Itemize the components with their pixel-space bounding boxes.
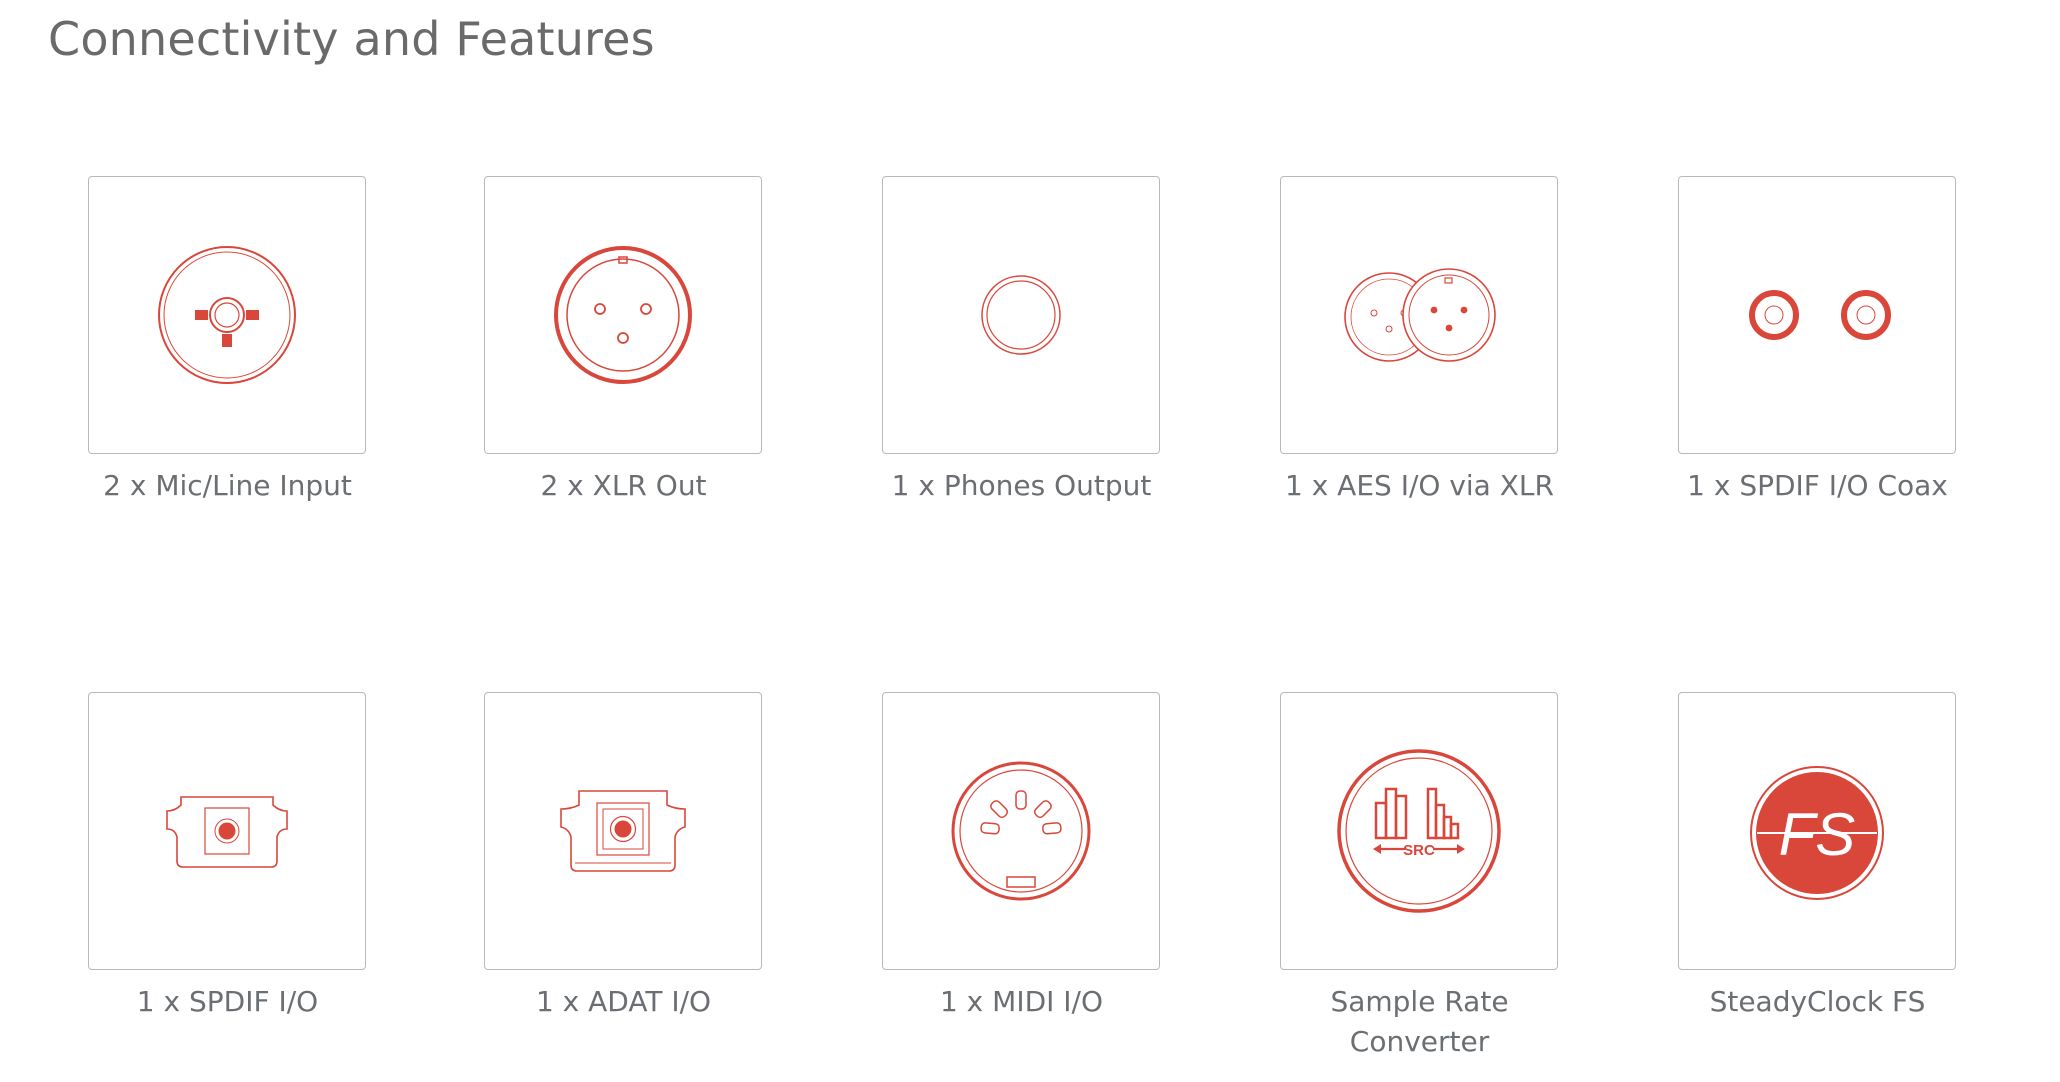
feature-label-line: Converter (1349, 1025, 1490, 1058)
fs-badge-text: FS (1779, 801, 1856, 868)
midi-din-icon (951, 761, 1091, 901)
feature-tile: FS (1678, 692, 1956, 970)
feature-tile (88, 692, 366, 970)
feature-tile (88, 176, 366, 454)
feature-tile (882, 176, 1160, 454)
phones-jack-icon (981, 275, 1061, 355)
optical-toslink-icon (166, 796, 288, 868)
feature-label: Sample Rate Converter (1192, 982, 1647, 1062)
feature-tile (882, 692, 1160, 970)
feature-label: 1 x SPDIF I/O Coax (1687, 469, 1948, 502)
feature-tile (1280, 176, 1558, 454)
feature-label: 1 x Phones Output (891, 469, 1152, 502)
adat-optical-icon (560, 790, 686, 872)
features-grid: 2 x Mic/Line Input 2 x XLR Out 1 x Phone… (0, 0, 2060, 1082)
combo-jack-icon (158, 246, 296, 384)
feature-label: 1 x MIDI I/O (939, 985, 1104, 1018)
xlr-connector-icon (554, 246, 692, 384)
feature-label: 2 x Mic/Line Input (103, 469, 352, 502)
steadyclock-fs-icon: FS (1750, 766, 1884, 900)
feature-label: 1 x AES I/O via XLR (1285, 469, 1554, 502)
feature-tile (1678, 176, 1956, 454)
src-badge-text: SRC (1403, 842, 1435, 859)
feature-tile (484, 176, 762, 454)
feature-tile (484, 692, 762, 970)
feature-label: SteadyClock FS (1709, 985, 1926, 1018)
feature-label: 2 x XLR Out (540, 469, 707, 502)
feature-label-line: Sample Rate (1330, 985, 1509, 1018)
aes-xlr-pair-icon (1344, 268, 1496, 362)
feature-tile: SRC (1280, 692, 1558, 970)
feature-label: 1 x ADAT I/O (535, 985, 712, 1018)
sample-rate-converter-icon: SRC (1337, 749, 1501, 913)
feature-label: 1 x SPDIF I/O (136, 985, 319, 1018)
rca-coax-pair-icon (1749, 290, 1891, 340)
